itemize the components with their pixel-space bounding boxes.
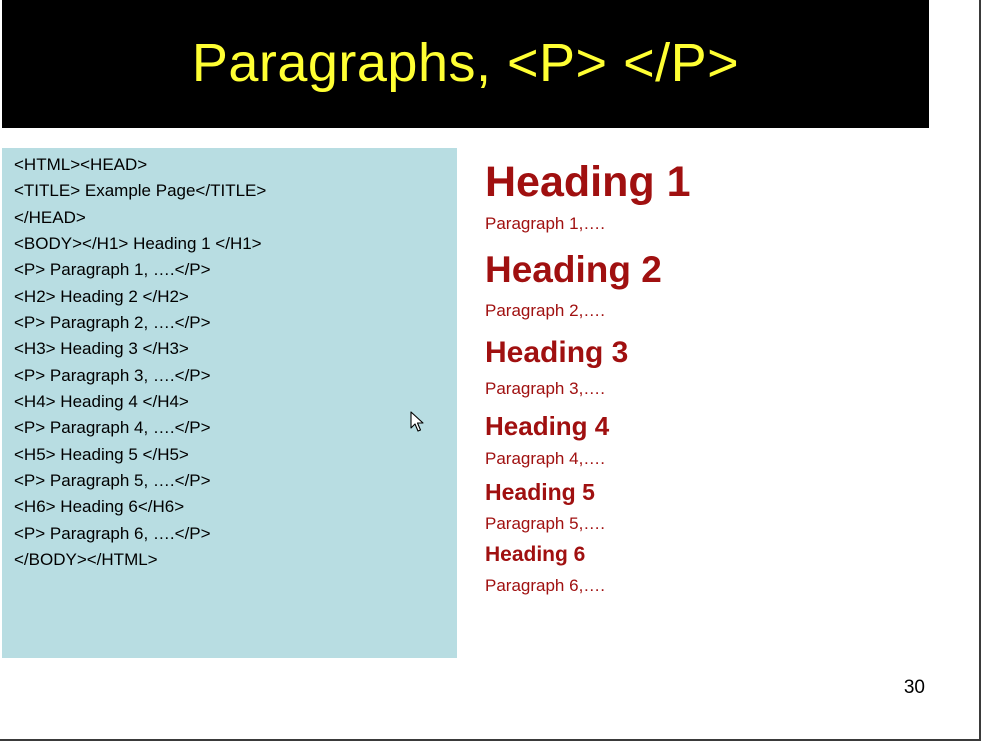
rendered-paragraph-3: Paragraph 3,…. [485,379,606,398]
code-line: <P> Paragraph 2, ….</P> [14,313,211,333]
rendered-heading-2: Heading 2 [485,249,662,290]
code-panel: <HTML><HEAD> <TITLE> Example Page</TITLE… [2,148,457,658]
code-line: <H4> Heading 4 </H4> [14,392,189,412]
rendered-paragraph-4: Paragraph 4,…. [485,449,606,468]
rendered-paragraph-2: Paragraph 2,…. [485,301,606,320]
code-line: <TITLE> Example Page</TITLE> [14,181,267,201]
code-line: <H2> Heading 2 </H2> [14,286,189,306]
code-line: <H3> Heading 3 </H3> [14,339,189,359]
rendered-heading-6: Heading 6 [485,543,586,566]
code-line: </BODY></HTML> [14,550,158,570]
rendered-heading-4: Heading 4 [485,411,610,441]
code-line: <H6> Heading 6</H6> [14,497,185,517]
rendered-paragraph-1: Paragraph 1,…. [485,214,606,233]
code-line: <H5> Heading 5 </H5> [14,444,189,464]
rendered-heading-1: Heading 1 [485,158,691,206]
mouse-pointer-icon [410,411,424,432]
code-line: <P> Paragraph 3, ….</P> [14,365,211,385]
rendered-paragraph-5: Paragraph 5,…. [485,514,606,533]
rendered-output: Heading 1 Paragraph 1,…. Heading 2 Parag… [485,0,915,620]
code-line: <BODY></H1> Heading 1 </H1> [14,234,262,254]
page-number: 30 [903,677,925,698]
code-line: <P> Paragraph 4, ….</P> [14,418,211,438]
rendered-paragraph-6: Paragraph 6,…. [485,576,606,595]
code-line: <P> Paragraph 6, ….</P> [14,523,211,543]
code-line: <HTML><HEAD> [14,155,148,174]
rendered-heading-3: Heading 3 [485,336,629,369]
slide: Paragraphs, <P> </P> <HTML><HEAD> <TITLE… [0,0,981,741]
code-lines: <HTML><HEAD> <TITLE> Example Page</TITLE… [14,152,266,574]
rendered-heading-5: Heading 5 [485,479,595,505]
code-line: <P> Paragraph 1, ….</P> [14,260,211,280]
code-line: </HEAD> [14,207,86,227]
code-line: <P> Paragraph 5, ….</P> [14,471,211,491]
